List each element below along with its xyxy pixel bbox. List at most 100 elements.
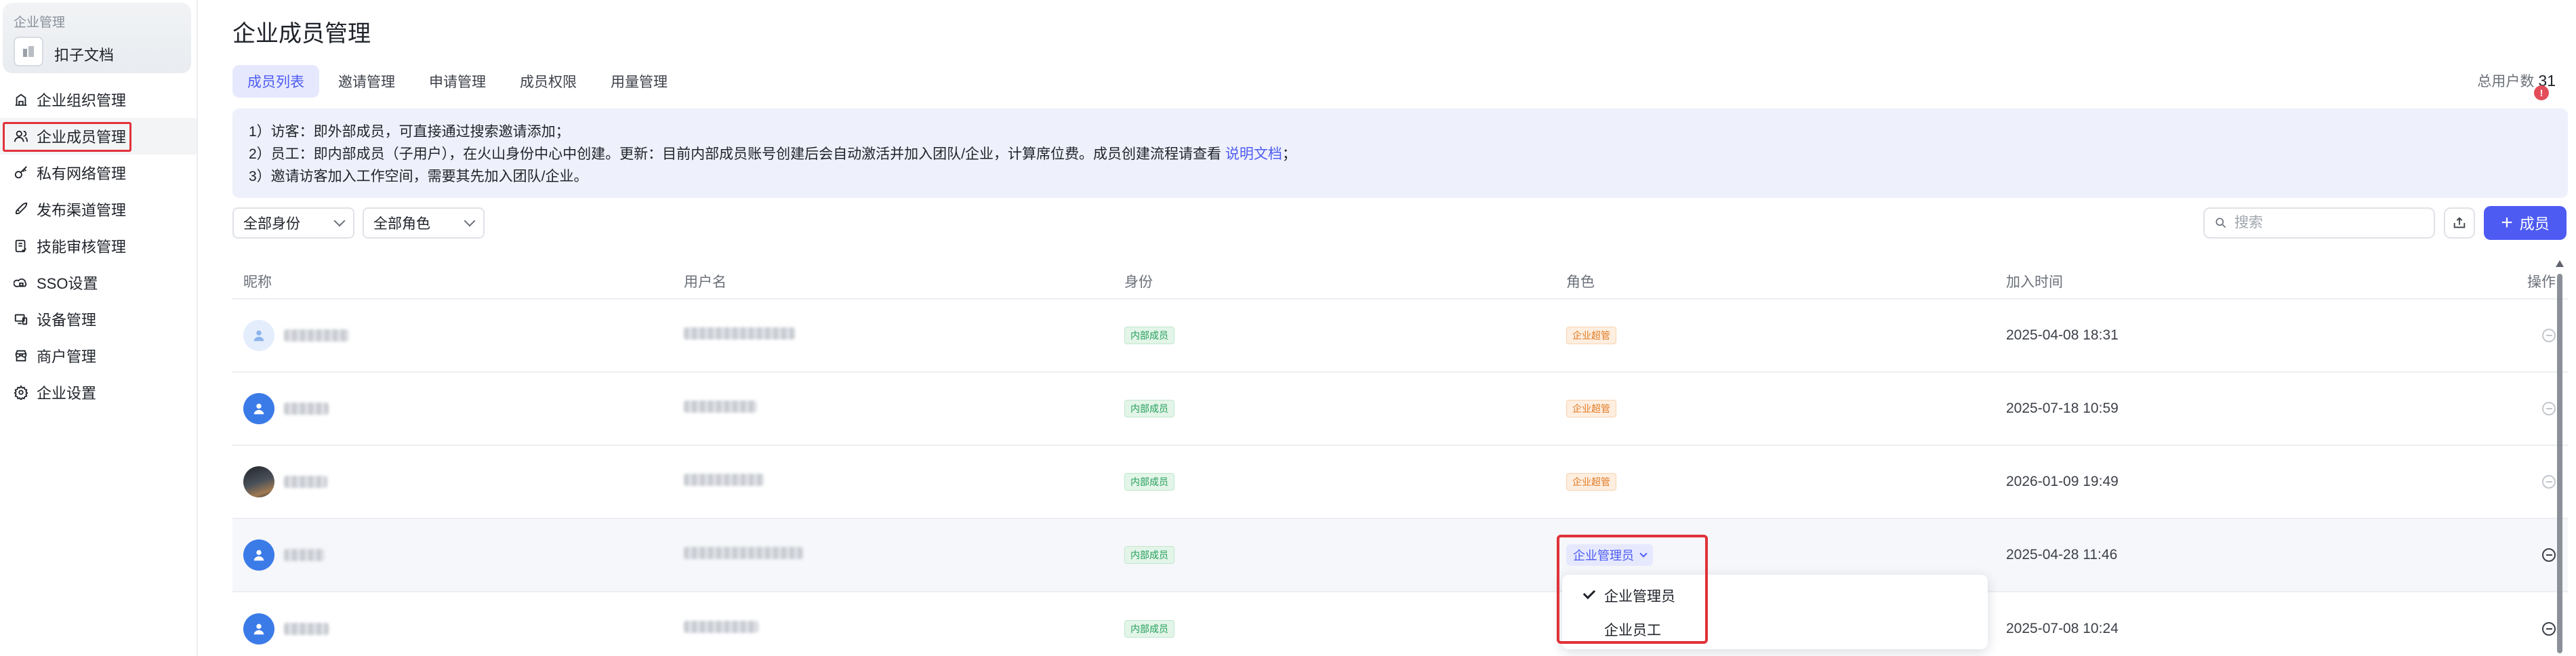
- sidebar-item-members[interactable]: 企业成员管理: [0, 118, 197, 155]
- filter-bar: 全部身份 全部角色: [232, 207, 493, 239]
- username-cell: [684, 621, 758, 637]
- role-select-value: 企业管理员: [1573, 549, 1634, 562]
- username-redacted: [684, 547, 803, 559]
- members-table: 昵称 用户名 身份 角色 加入时间 操作 内部成员 企业超管 2025-04-0…: [232, 259, 2568, 656]
- role-option-label: 企业管理员: [1604, 589, 1675, 604]
- sidebar-item-merchants[interactable]: 商户管理: [0, 337, 197, 374]
- tab-permissions[interactable]: 成员权限: [505, 65, 592, 98]
- username-cell: [684, 547, 803, 563]
- table-row[interactable]: 内部成员 企业管理员 2025-04-28 11:46: [232, 519, 2568, 592]
- username-redacted: [684, 327, 795, 340]
- sidebar-item-skill-review[interactable]: 技能审核管理: [0, 228, 197, 264]
- sidebar-item-private-network[interactable]: 私有网络管理: [0, 155, 197, 191]
- joined-time: 2025-04-28 11:46: [2006, 547, 2118, 562]
- plus-icon: +: [2501, 211, 2513, 234]
- sidebar-item-label: SSO设置: [37, 275, 98, 292]
- tab-bar: 成员列表 邀请管理 申请管理 成员权限 用量管理: [232, 65, 687, 98]
- avatar: [243, 613, 274, 644]
- avatar: [243, 393, 274, 424]
- user-icon: [253, 330, 264, 342]
- add-member-button[interactable]: + 成员: [2484, 206, 2567, 240]
- role-tag: 企业超管: [1566, 327, 1616, 344]
- username-cell: [684, 327, 795, 344]
- table-row[interactable]: 内部成员 2025-07-08 10:24: [232, 592, 2568, 656]
- tab-usage[interactable]: 用量管理: [596, 65, 682, 98]
- chevron-down-icon: [1639, 550, 1648, 558]
- workspace-caption: 企业管理: [14, 16, 66, 30]
- joined-time: 2025-04-08 18:31: [2006, 327, 2119, 343]
- export-icon: [2453, 217, 2466, 228]
- identity-tag: 内部成员: [1124, 546, 1174, 564]
- sidebar-item-sso[interactable]: SSO设置: [0, 264, 197, 301]
- header-role: 角色: [1566, 274, 1595, 290]
- info-notice: 1）访客：即外部成员，可直接通过搜索邀请添加； 2）员工：即内部成员（子用户），…: [232, 108, 2568, 198]
- role-select[interactable]: 企业管理员: [1566, 544, 1653, 566]
- table-row[interactable]: 内部成员 企业超管 2025-07-18 10:59: [232, 373, 2568, 446]
- sidebar-item-organization[interactable]: 企业组织管理: [0, 81, 197, 118]
- identity-tag: 内部成员: [1124, 620, 1174, 638]
- key-icon: [12, 164, 30, 182]
- tab-applications[interactable]: 申请管理: [414, 65, 501, 98]
- sidebar-item-devices[interactable]: 设备管理: [0, 301, 197, 337]
- sidebar-item-label: 私有网络管理: [37, 165, 127, 182]
- sidebar: 企业管理 扣子文档 企业组织管理 企业成员管理 私有网络管理 发布渠道管理 技能…: [0, 0, 198, 656]
- avatar: [243, 539, 274, 571]
- export-button[interactable]: [2444, 207, 2475, 239]
- user-icon: [253, 550, 264, 561]
- alert-badge[interactable]: !: [2534, 85, 2549, 100]
- username-redacted: [684, 474, 764, 486]
- user-icon: [253, 623, 264, 635]
- sidebar-item-publish-channel[interactable]: 发布渠道管理: [0, 191, 197, 228]
- total-users-label: 总用户数: [2477, 74, 2535, 89]
- role-filter-select[interactable]: 全部角色: [363, 207, 485, 239]
- role-tag: 企业超管: [1566, 400, 1616, 417]
- gear-icon: [12, 384, 30, 401]
- table-header: 昵称 用户名 身份 角色 加入时间 操作: [232, 259, 2568, 300]
- table-scrollbar[interactable]: [2556, 260, 2564, 656]
- nickname-cell: [243, 613, 329, 644]
- nickname-cell: [243, 393, 329, 424]
- remove-member-icon[interactable]: [2542, 548, 2556, 562]
- username-cell: [684, 474, 764, 490]
- tab-member-list[interactable]: 成员列表: [232, 65, 319, 98]
- workspace-logo-icon: [14, 37, 43, 66]
- chevron-down-icon: [464, 215, 476, 227]
- device-icon: [12, 310, 30, 328]
- header-actions: 操作: [2527, 274, 2556, 290]
- joined-time: 2025-07-08 10:24: [2006, 621, 2119, 636]
- joined-time: 2026-01-09 19:49: [2006, 474, 2119, 489]
- remove-member-icon[interactable]: [2542, 475, 2556, 489]
- check-icon: [1582, 586, 1596, 600]
- scroll-up-arrow-icon[interactable]: [2556, 260, 2564, 267]
- table-row[interactable]: 内部成员 企业超管 2025-04-08 18:31: [232, 300, 2568, 373]
- table-row[interactable]: 内部成员 企业超管 2026-01-09 19:49: [232, 446, 2568, 519]
- nickname-redacted: [284, 329, 349, 342]
- identity-filter-select[interactable]: 全部身份: [232, 207, 354, 239]
- sidebar-item-label: 企业组织管理: [37, 92, 127, 109]
- role-tag: 企业超管: [1566, 473, 1616, 491]
- tab-invitations[interactable]: 邀请管理: [323, 65, 410, 98]
- search-input[interactable]: [2234, 215, 2411, 231]
- docs-link[interactable]: 说明文档: [1225, 146, 1282, 162]
- header-joined: 加入时间: [2006, 274, 2063, 290]
- notice-line-2: 2）员工：即内部成员（子用户），在火山身份中心中创建。更新：目前内部成员账号创建…: [249, 146, 1296, 162]
- scroll-thumb[interactable]: [2557, 274, 2562, 653]
- sidebar-item-label: 设备管理: [37, 312, 97, 329]
- chevron-down-icon: [333, 215, 346, 227]
- remove-member-icon[interactable]: [2542, 402, 2556, 415]
- nickname-redacted: [284, 623, 329, 635]
- header-identity: 身份: [1124, 274, 1153, 290]
- workspace-switcher[interactable]: 企业管理 扣子文档: [3, 3, 191, 73]
- main-content: 企业成员管理 成员列表 邀请管理 申请管理 成员权限 用量管理 总用户数 31 !…: [199, 0, 2576, 656]
- header-nickname: 昵称: [243, 274, 272, 290]
- identity-tag: 内部成员: [1124, 473, 1174, 491]
- role-option-admin[interactable]: 企业管理员: [1562, 579, 1988, 613]
- sidebar-item-settings[interactable]: 企业设置: [0, 374, 197, 411]
- nickname-redacted: [284, 549, 325, 561]
- role-option-employee[interactable]: 企业员工: [1562, 613, 1988, 647]
- search-box: [2203, 207, 2435, 239]
- user-icon: [253, 403, 264, 415]
- sidebar-item-label: 发布渠道管理: [37, 202, 127, 219]
- remove-member-icon[interactable]: [2542, 329, 2556, 342]
- remove-member-icon[interactable]: [2542, 622, 2556, 636]
